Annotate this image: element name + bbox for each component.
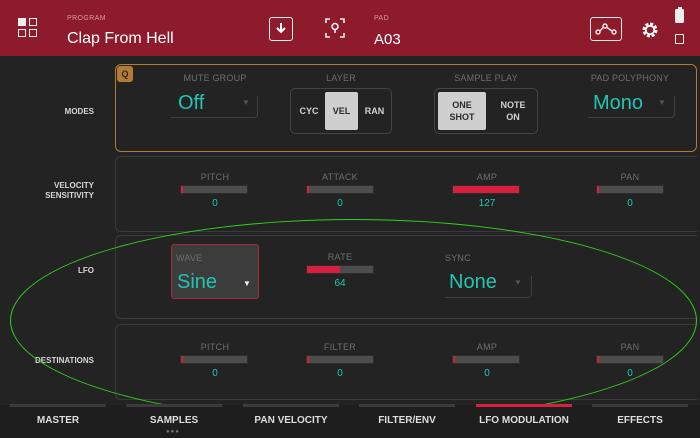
mute-group-value[interactable]: Off — [178, 92, 204, 115]
modes-row-label: MODES — [64, 107, 94, 116]
pad-polyphony-value[interactable]: Mono — [593, 92, 643, 115]
vel-pitch-value: 0 — [212, 198, 218, 209]
program-label: PROGRAM — [67, 15, 106, 22]
routing-icon — [595, 23, 617, 35]
tab-filter-env[interactable]: FILTER/ENV — [349, 406, 465, 438]
sample-play-selector[interactable]: ONE SHOT NOTE ON — [434, 88, 538, 134]
pad-value[interactable]: A03 — [374, 31, 401, 48]
locate-pad-button[interactable] — [323, 16, 347, 40]
more-dots-icon: ●●● — [166, 429, 180, 435]
tab-pan-velocity[interactable]: PAN VELOCITY — [233, 406, 349, 438]
chip-icon — [675, 34, 684, 44]
download-button[interactable] — [269, 17, 293, 41]
layer-option-vel[interactable]: VEL — [325, 92, 358, 130]
layer-option-cyc[interactable]: CYC — [293, 89, 325, 133]
vel-pan-label: PAN — [620, 172, 640, 182]
chevron-down-icon: ▼ — [242, 98, 250, 107]
vel-amp-slider[interactable] — [452, 185, 520, 194]
pad-polyphony-label: PAD POLYPHONY — [590, 73, 670, 83]
locate-pad-icon — [325, 18, 345, 38]
q-link-badge[interactable]: Q — [117, 66, 133, 82]
program-name[interactable]: Clap From Hell — [67, 30, 174, 48]
gear-icon — [642, 22, 658, 38]
layer-option-ran[interactable]: RAN — [358, 89, 391, 133]
settings-button[interactable] — [639, 19, 661, 41]
pad-label: PAD — [374, 15, 390, 22]
grid-icon[interactable] — [18, 18, 38, 38]
vel-pitch-slider[interactable] — [180, 185, 248, 194]
vel-amp-label: AMP — [476, 172, 498, 182]
vel-amp-value: 127 — [478, 198, 496, 209]
layer-label: LAYER — [326, 73, 356, 83]
routing-button[interactable] — [590, 17, 622, 41]
chevron-down-icon: ▼ — [658, 98, 666, 107]
tab-lfo-modulation[interactable]: LFO MODULATION — [466, 406, 582, 438]
layer-selector[interactable]: CYC VEL RAN — [290, 88, 392, 134]
sample-play-label: SAMPLE PLAY — [454, 73, 518, 83]
vel-pitch-label: PITCH — [200, 172, 230, 182]
vel-pan-slider[interactable] — [596, 185, 664, 194]
tab-master[interactable]: MASTER — [0, 406, 116, 438]
vel-pan-value: 0 — [627, 198, 633, 209]
vel-attack-slider[interactable] — [306, 185, 374, 194]
velocity-row-label: VELOCITY SENSITIVITY — [45, 181, 94, 200]
mute-group-label: MUTE GROUP — [183, 73, 247, 83]
vel-attack-label: ATTACK — [322, 172, 358, 182]
battery-icon — [675, 7, 684, 23]
highlight-oval — [10, 219, 697, 422]
sample-play-one-shot[interactable]: ONE SHOT — [438, 92, 486, 130]
download-icon — [276, 23, 286, 34]
vel-attack-value: 0 — [337, 198, 343, 209]
sample-play-note-on[interactable]: NOTE ON — [489, 89, 537, 133]
tab-effects[interactable]: EFFECTS — [582, 406, 698, 438]
